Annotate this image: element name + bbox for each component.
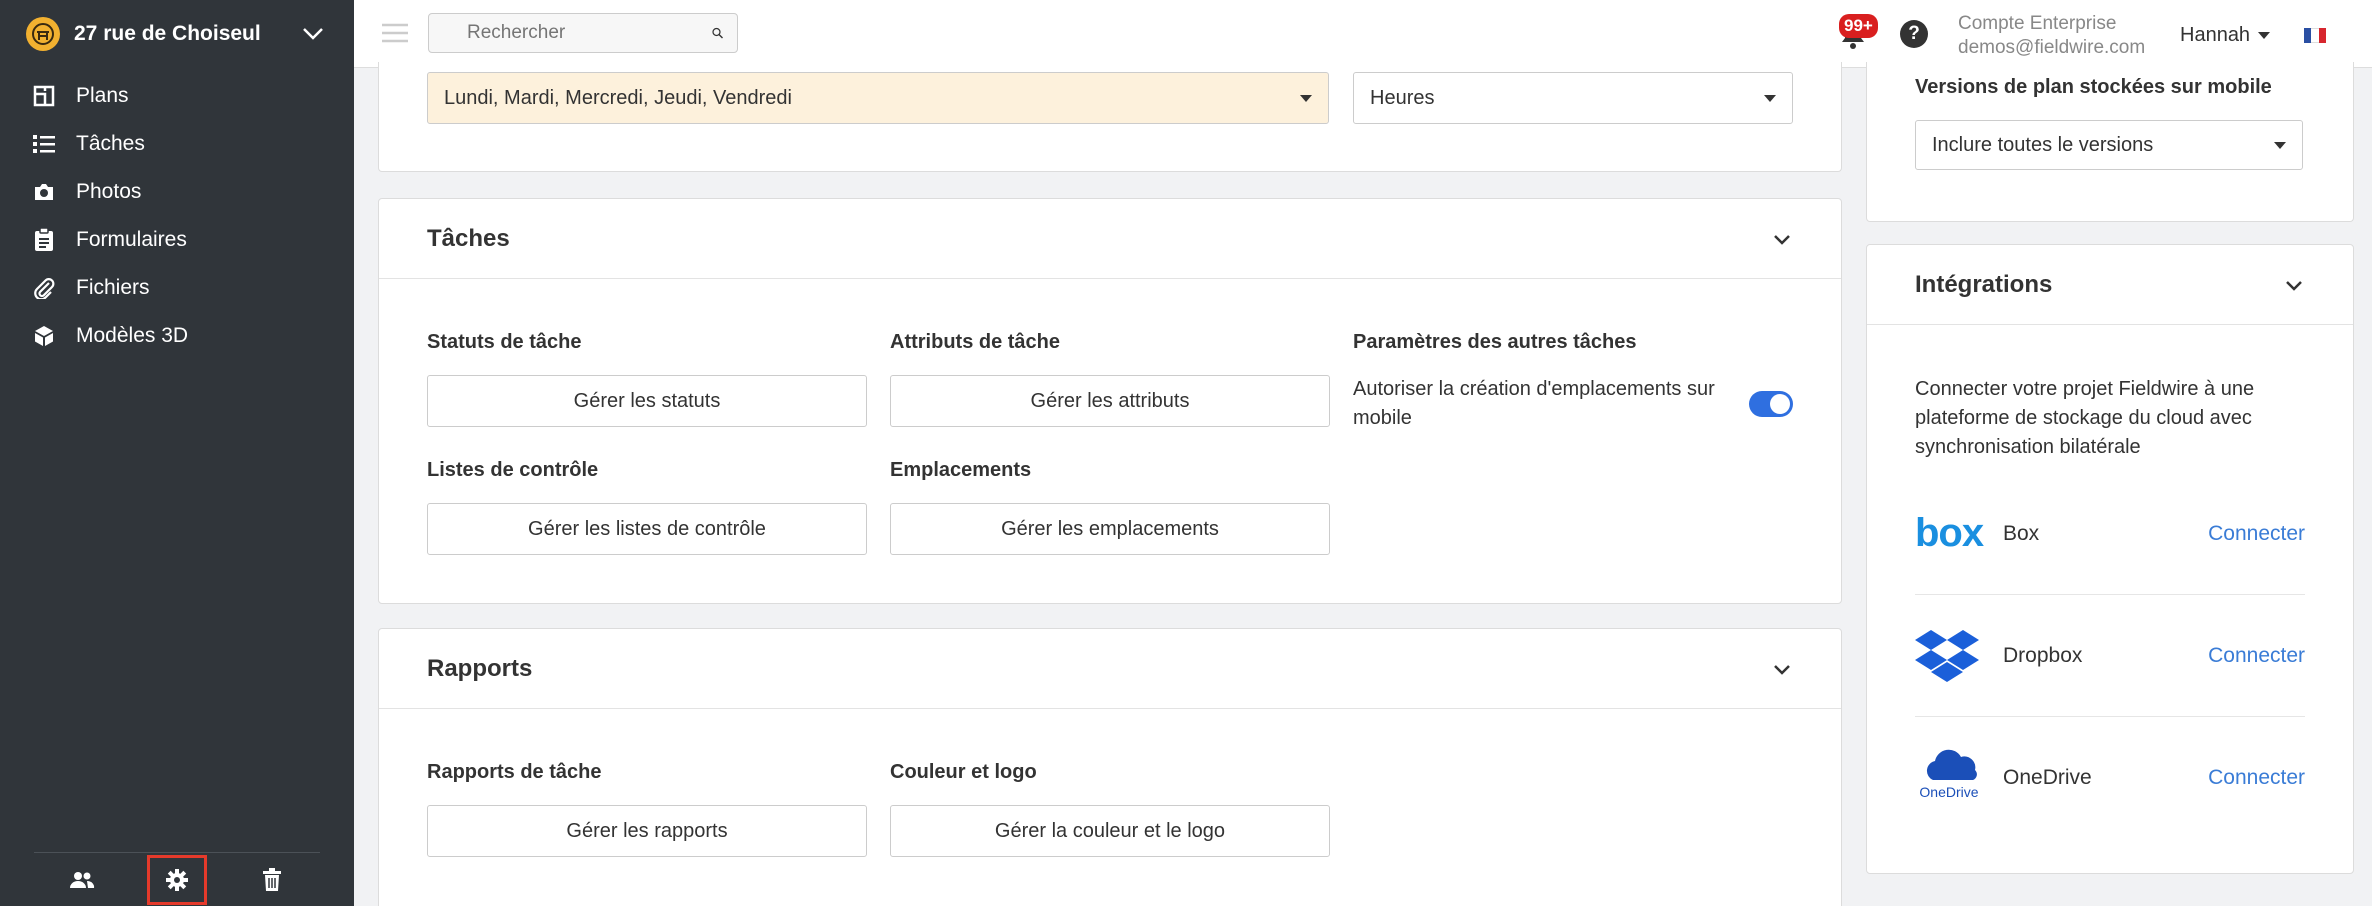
- caret-down-icon: [1764, 94, 1776, 102]
- tasks-card: Tâches Statuts de tâche Gérer les statut…: [378, 198, 1842, 604]
- camera-icon: [32, 180, 56, 204]
- project-name: 27 rue de Choiseul: [74, 22, 261, 45]
- account-info: Compte Enterprise demos@fieldwire.com: [1958, 12, 2145, 60]
- top-bar: 99+ ? Compte Enterprise demos@fieldwire.…: [354, 0, 2372, 68]
- field-label: Attributs de tâche: [890, 331, 1061, 353]
- integrations-description: Connecter votre projet Fieldwire à une p…: [1915, 378, 2255, 458]
- schedule-card: Lundi, Mardi, Mercredi, Jeudi, Vendredi …: [378, 62, 1842, 172]
- sidebar-item-label: Plans: [76, 84, 129, 107]
- mobile-locations-toggle[interactable]: [1749, 391, 1793, 417]
- field-label: Versions de plan stockées sur mobile: [1915, 76, 2272, 98]
- tasks-card-header[interactable]: Tâches: [379, 199, 1841, 279]
- reports-card-header[interactable]: Rapports: [379, 629, 1841, 709]
- plan-versions-select[interactable]: Inclure toutes le versions: [1915, 120, 2303, 170]
- sidebar-item-photos[interactable]: Photos: [0, 168, 354, 216]
- menu-icon[interactable]: [382, 22, 408, 44]
- sidebar-item-taches[interactable]: Tâches: [0, 120, 354, 168]
- chevron-down-icon[interactable]: [1771, 658, 1793, 680]
- sidebar-item-label: Formulaires: [76, 228, 187, 251]
- user-name: Hannah: [2180, 24, 2251, 46]
- sidebar-item-label: Modèles 3D: [76, 324, 189, 347]
- manage-color-logo-button[interactable]: Gérer la couleur et le logo: [890, 805, 1330, 857]
- sidebar-item-label: Photos: [76, 180, 142, 203]
- manage-statuses-button[interactable]: Gérer les statuts: [427, 375, 867, 427]
- caret-down-icon: [2274, 141, 2286, 149]
- reports-card: Rapports Rapports de tâche Gérer les rap…: [378, 628, 1842, 906]
- french-flag-icon[interactable]: [2304, 28, 2326, 43]
- paperclip-icon: [32, 276, 56, 300]
- manage-checklists-button[interactable]: Gérer les listes de contrôle: [427, 503, 867, 555]
- sidebar: 27 rue de Choiseul Plans Tâches Photos F…: [0, 0, 354, 906]
- sidebar-item-label: Tâches: [76, 132, 145, 155]
- section-title: Tâches: [427, 224, 510, 252]
- field-label: Statuts de tâche: [427, 331, 582, 353]
- sidebar-item-fichiers[interactable]: Fichiers: [0, 264, 354, 312]
- integration-row-dropbox: Dropbox Connecter: [1915, 595, 2305, 717]
- user-menu[interactable]: Hannah: [2180, 24, 2271, 47]
- onedrive-logo-icon: OneDrive: [1915, 748, 1983, 808]
- account-email: demos@fieldwire.com: [1958, 37, 2146, 58]
- chevron-down-icon[interactable]: [1771, 228, 1793, 250]
- manage-reports-button[interactable]: Gérer les rapports: [427, 805, 867, 857]
- integration-name: OneDrive: [2003, 766, 2092, 789]
- gear-icon[interactable]: [146, 854, 207, 905]
- section-title: Intégrations: [1915, 270, 2053, 298]
- chevron-down-icon[interactable]: [298, 19, 328, 49]
- people-icon[interactable]: [52, 855, 112, 905]
- search-icon[interactable]: [712, 22, 723, 44]
- integration-row-onedrive: OneDrive OneDrive Connecter: [1915, 717, 2305, 839]
- account-type: Compte Enterprise: [1958, 13, 2117, 34]
- integration-name: Box: [2003, 521, 2040, 545]
- integration-name: Dropbox: [2003, 643, 2083, 667]
- working-days-select[interactable]: Lundi, Mardi, Mercredi, Jeudi, Vendredi: [427, 72, 1329, 124]
- sidebar-nav: Plans Tâches Photos Formulaires Fichiers…: [0, 72, 354, 360]
- search-input[interactable]: [467, 22, 712, 44]
- connect-dropbox-link[interactable]: Connecter: [2208, 644, 2305, 668]
- section-title: Rapports: [427, 654, 533, 682]
- plans-icon: [32, 84, 56, 108]
- sidebar-item-label: Fichiers: [76, 276, 150, 299]
- clipboard-icon: [32, 228, 56, 252]
- mobile-versions-card: Versions de plan stockées sur mobile Inc…: [1866, 62, 2354, 222]
- field-label: Emplacements: [890, 459, 1032, 481]
- field-label: Rapports de tâche: [427, 761, 602, 783]
- list-icon: [32, 132, 56, 156]
- trash-icon[interactable]: [242, 855, 302, 905]
- search-box: [428, 13, 738, 53]
- sidebar-item-plans[interactable]: Plans: [0, 72, 354, 120]
- help-icon[interactable]: ?: [1900, 20, 1928, 48]
- sidebar-item-formulaires[interactable]: Formulaires: [0, 216, 354, 264]
- integrations-card-header[interactable]: Intégrations: [1867, 245, 2353, 325]
- field-label: Couleur et logo: [890, 761, 1037, 783]
- caret-down-icon: [2258, 32, 2271, 39]
- field-label: Listes de contrôle: [427, 459, 599, 481]
- notification-badge: 99+: [1839, 14, 1878, 38]
- sidebar-item-modeles-3d[interactable]: Modèles 3D: [0, 312, 354, 360]
- sidebar-bottom-bar: [34, 852, 320, 906]
- manage-locations-button[interactable]: Gérer les emplacements: [890, 503, 1330, 555]
- dropbox-logo-icon: [1915, 626, 1983, 686]
- time-unit-select[interactable]: Heures: [1353, 72, 1793, 124]
- caret-down-icon: [1300, 94, 1312, 102]
- integration-row-box: box Box Connecter: [1915, 473, 2305, 595]
- project-switcher[interactable]: 27 rue de Choiseul: [0, 0, 354, 68]
- connect-box-link[interactable]: Connecter: [2208, 522, 2305, 546]
- box-logo-icon: box: [1915, 511, 1984, 555]
- manage-attributes-button[interactable]: Gérer les attributs: [890, 375, 1330, 427]
- connect-onedrive-link[interactable]: Connecter: [2208, 766, 2305, 790]
- integrations-card: Intégrations Connecter votre projet Fiel…: [1866, 244, 2354, 874]
- chevron-down-icon[interactable]: [2283, 274, 2305, 296]
- cube-icon: [32, 324, 56, 348]
- fieldwire-logo-icon: [26, 17, 60, 51]
- field-label: Paramètres des autres tâches: [1353, 331, 1637, 353]
- toggle-label: Autoriser la création d'emplacements sur…: [1353, 378, 1715, 429]
